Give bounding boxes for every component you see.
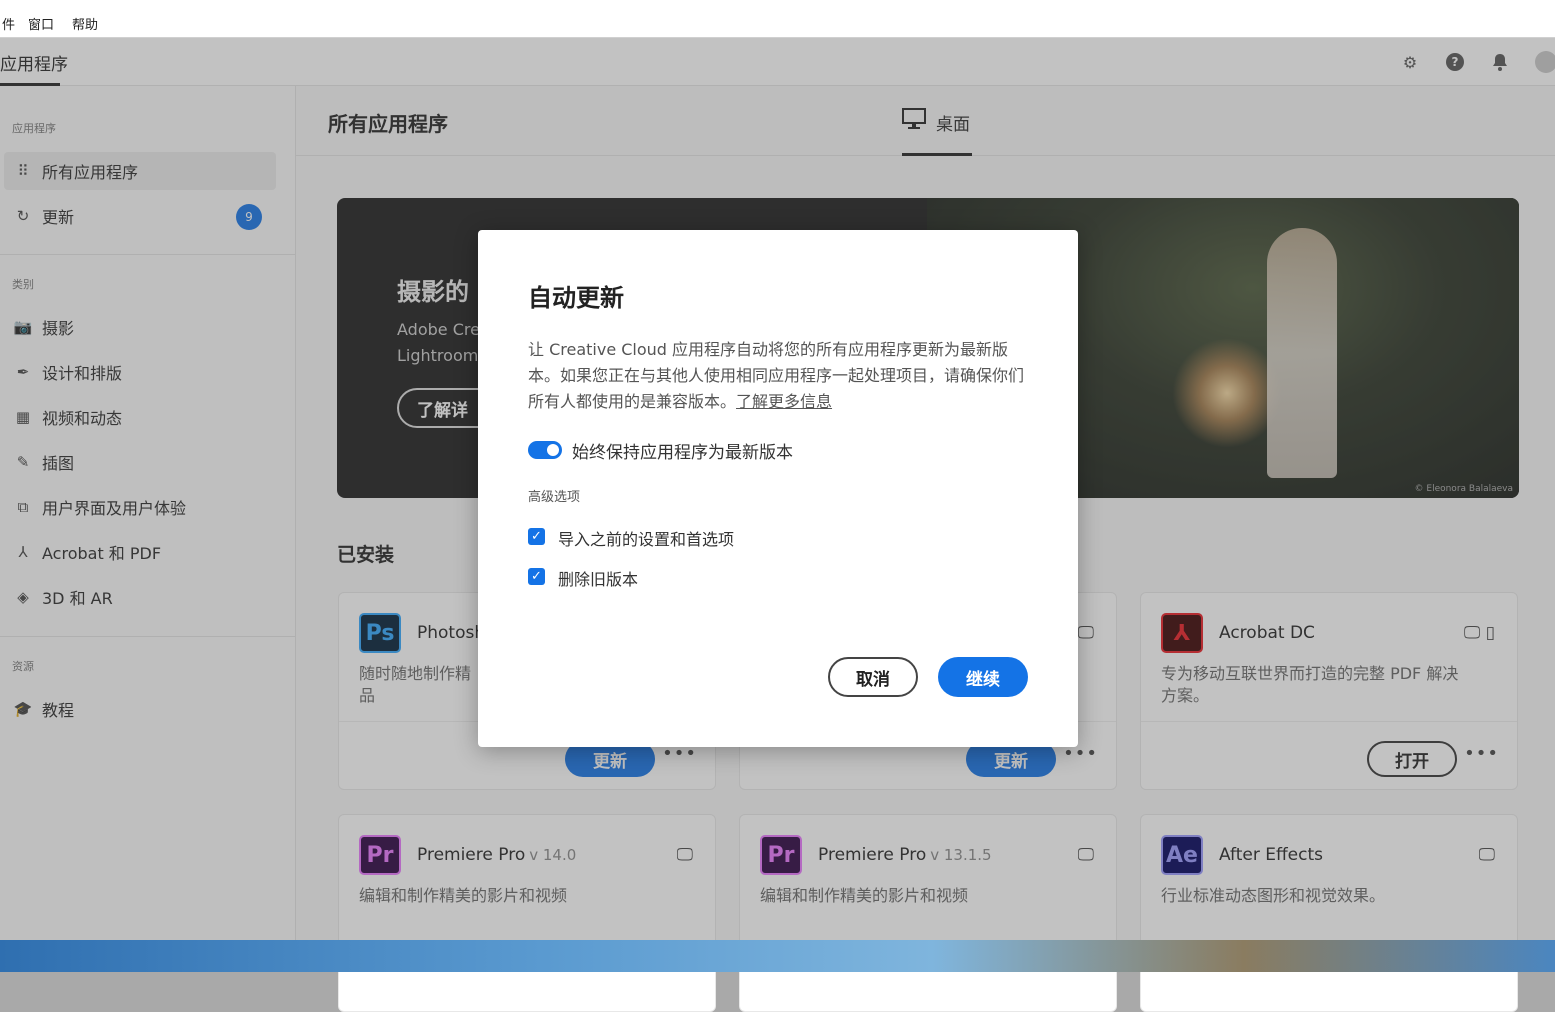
import-settings-label: 导入之前的设置和首选项 <box>558 530 735 549</box>
auto-update-dialog: 自动更新 让 Creative Cloud 应用程序自动将您的所有应用程序更新为… <box>478 230 1078 747</box>
menu-file[interactable]: 件 <box>2 14 15 33</box>
os-menubar: 件 窗口 帮助 <box>0 0 1555 38</box>
menu-help[interactable]: 帮助 <box>72 14 98 33</box>
continue-button[interactable]: 继续 <box>938 657 1028 697</box>
toggle-label: 始终保持应用程序为最新版本 <box>572 443 793 463</box>
menu-window[interactable]: 窗口 <box>28 14 54 33</box>
remove-old-versions-label: 删除旧版本 <box>558 570 639 589</box>
import-settings-checkbox[interactable]: ✓ <box>528 528 545 545</box>
cancel-button[interactable]: 取消 <box>828 657 918 697</box>
os-taskbar <box>0 940 1555 972</box>
dialog-title: 自动更新 <box>528 284 624 312</box>
window-title-fragment <box>0 0 190 2</box>
advanced-options-label: 高级选项 <box>528 490 581 505</box>
auto-update-toggle[interactable] <box>528 441 562 459</box>
toggle-knob <box>547 444 559 456</box>
remove-old-versions-checkbox[interactable]: ✓ <box>528 568 545 585</box>
dialog-description: 让 Creative Cloud 应用程序自动将您的所有应用程序更新为最新版本。… <box>528 340 1025 411</box>
learn-more-link[interactable]: 了解更多信息 <box>736 392 832 411</box>
